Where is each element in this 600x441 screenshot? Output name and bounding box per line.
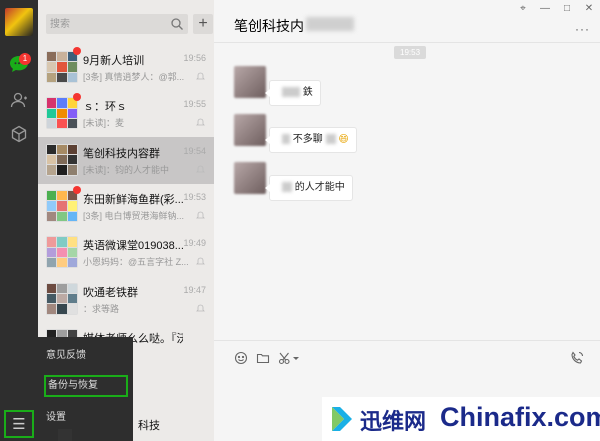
conversation-name: ｓ：环ｓ: [83, 101, 127, 114]
input-divider: [214, 340, 600, 341]
chevron-down-icon[interactable]: [292, 351, 300, 365]
watermark: 迅维网 Chinafix.com: [322, 397, 600, 441]
emoji: 😄: [338, 134, 349, 145]
conversation-preview: [3条] 真情逍梦人：@郭...: [83, 72, 185, 82]
conversation-time: 19:55: [183, 99, 206, 110]
conversation-name: 英语微课堂019038...: [83, 240, 183, 253]
unread-dot: [73, 185, 81, 194]
mute-bell-icon: [196, 165, 205, 172]
mute-bell-icon: [196, 118, 205, 126]
conversation-avatar: [46, 143, 78, 176]
conversation-time: 19:47: [183, 284, 206, 295]
conversation-time: 19:49: [183, 238, 206, 249]
conversation-avatar: [46, 189, 78, 222]
sender-avatar: [234, 114, 266, 146]
conversation-preview: 小恩妈妈：@五言字社 Z...: [83, 257, 189, 268]
menu-icon: ☰: [12, 416, 26, 433]
conversation-item[interactable]: ｓ：环ｓ 19:55 [未读]：麦: [38, 90, 214, 137]
redaction: [282, 87, 300, 98]
redaction: [282, 134, 290, 145]
conversation-name: 笔创科技内容群: [83, 147, 160, 160]
chat-window: ⌖ — □ ✕ 笔创科技内 ··· 19:53 鉄 不多聊 😄 的人才能中: [214, 0, 600, 441]
sender-avatar: [234, 162, 266, 194]
message-bubble[interactable]: 不多聊 😄: [265, 127, 357, 153]
header-divider: [214, 42, 600, 43]
conversation-item[interactable]: 吹通老铁群 19:47 ：求等路: [38, 276, 214, 323]
chat-title: 笔创科技内: [234, 18, 304, 34]
conversation-preview: [未读]：钧的人才能中: [83, 164, 170, 175]
close-button[interactable]: ✕: [580, 2, 598, 16]
message-text: 不多聊: [292, 134, 323, 145]
conversation-preview: [未读]：麦: [83, 118, 125, 129]
search-box[interactable]: [46, 14, 188, 34]
redaction: [282, 182, 292, 193]
conversation-name: 东田新鲜海鱼群(彩...: [83, 193, 183, 206]
message-bubble[interactable]: 鉄: [265, 80, 321, 106]
mute-bell-icon: [196, 257, 205, 265]
watermark-en-text: Chinafix.com: [440, 402, 600, 432]
watermark-cn-text: 迅维网: [360, 410, 427, 435]
conversation-preview: [3条] 电白博贸港海鲜钠...: [83, 210, 185, 221]
folder-icon[interactable]: [256, 351, 270, 365]
message-text: 鉄: [302, 87, 313, 98]
unread-dot: [73, 47, 81, 55]
mute-bell-icon: [196, 211, 205, 219]
watermark-logo: [332, 407, 352, 431]
minimize-button[interactable]: —: [536, 2, 554, 16]
settings-popup-menu: 意见反馈 备份与恢复 设置: [38, 337, 133, 441]
maximize-button[interactable]: □: [558, 2, 576, 16]
more-icon[interactable]: ···: [575, 22, 590, 36]
conversation-time: 19:54: [183, 145, 206, 156]
conversation-item[interactable]: 笔创科技内容群 19:54 [未读]：钧的人才能中: [38, 136, 214, 184]
conversation-avatar: [58, 429, 72, 441]
pin-icon[interactable]: ⌖: [514, 2, 532, 16]
message-bubble[interactable]: 的人才能中: [265, 175, 353, 201]
conversation-name: 吹通老铁群: [83, 286, 138, 299]
search-input[interactable]: [50, 14, 168, 34]
message-timestamp: 19:53: [394, 46, 427, 59]
redaction: [325, 134, 336, 145]
settings-menu-item[interactable]: 设置: [44, 407, 128, 429]
mute-bell-icon: [196, 72, 205, 80]
add-chat-button[interactable]: +: [193, 14, 213, 34]
chat-unread-badge: 1: [19, 53, 31, 65]
unread-dot: [73, 93, 81, 102]
conversation-name: 9月新人培训: [83, 55, 145, 67]
search-icon: [171, 18, 183, 30]
conversation-item[interactable]: 英语微课堂019038... 19:49 小恩妈妈：@五言字社 Z...: [38, 229, 214, 276]
conversation-avatar: [46, 97, 78, 130]
conversation-item[interactable]: 东田新鲜海鱼群(彩... 19:53 [3条] 电白博贸港海鲜钠...: [38, 183, 214, 230]
feedback-menu-item[interactable]: 意见反馈: [44, 345, 128, 367]
contacts-icon[interactable]: [7, 88, 31, 112]
user-avatar[interactable]: [5, 8, 33, 36]
conversation-time: 19:56: [183, 53, 206, 63]
conversation-avatar: [46, 51, 78, 83]
title-redaction: [306, 17, 354, 31]
conversation-name: 科技: [138, 420, 160, 432]
conversation-avatar: [46, 236, 78, 269]
conversation-avatar: [46, 282, 78, 315]
menu-button[interactable]: ☰: [4, 410, 34, 438]
conversation-time: 19:53: [183, 191, 206, 202]
screenshot-scissors-icon[interactable]: [278, 351, 292, 365]
conversation-preview: ：求等路: [83, 303, 120, 314]
message-text: 的人才能中: [294, 182, 345, 193]
sender-avatar: [234, 66, 266, 98]
mute-bell-icon: [196, 304, 205, 311]
backup-restore-menu-item[interactable]: 备份与恢复: [44, 375, 128, 397]
favorites-icon[interactable]: [7, 122, 31, 146]
phone-icon[interactable]: [570, 351, 584, 365]
conversation-item[interactable]: 9月新人培训 19:56 [3条] 真情逍梦人：@郭...: [38, 44, 214, 91]
left-sidebar: 1 ☰: [0, 0, 38, 441]
emoji-icon[interactable]: [234, 351, 248, 365]
